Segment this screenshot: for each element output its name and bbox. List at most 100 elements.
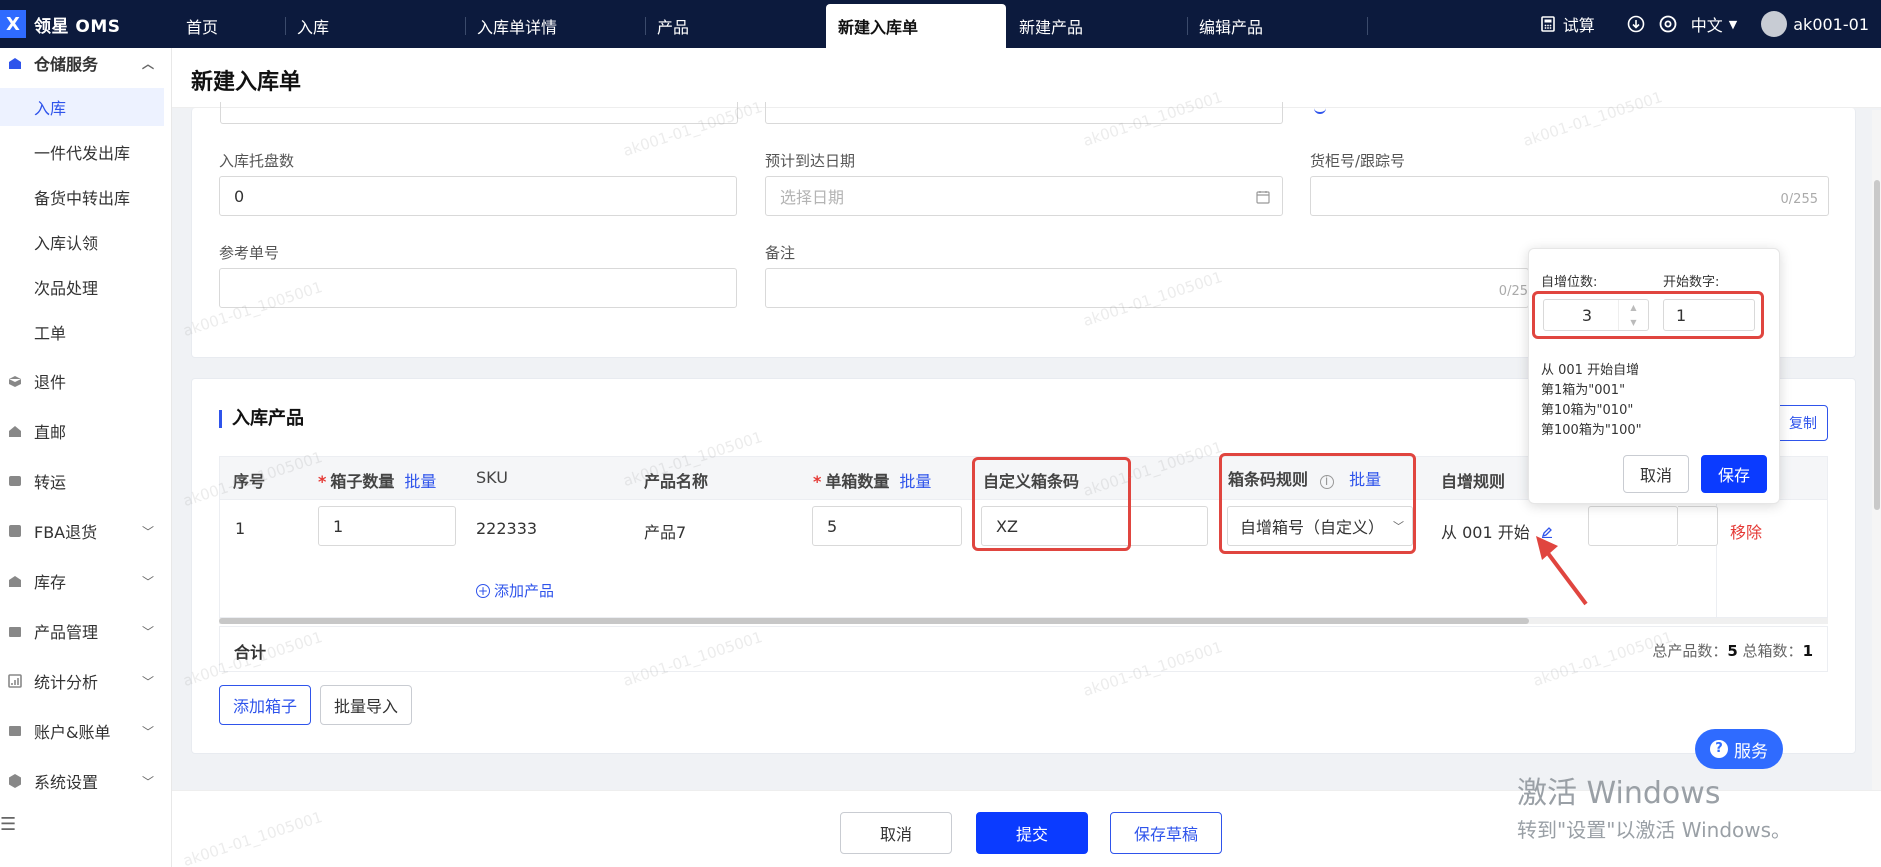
desc-line: 第100箱为"100" [1541,423,1642,438]
calendar-icon [1256,189,1270,208]
service-button[interactable]: ? 服务 [1695,729,1783,769]
settings-icon[interactable] [1659,15,1677,33]
remove-link[interactable]: 移除 [1730,519,1762,543]
sidebar-group-inventory[interactable]: 库存 ﹀ [0,562,164,600]
sidebar-group-fba[interactable]: FBA退货 ﹀ [0,512,164,550]
pallet-count-input[interactable]: 0 [219,176,737,216]
sidebar-group-label: 转运 [34,473,67,492]
language-label: 中文 [1690,16,1723,35]
chevron-down-icon: ﹀ [141,574,154,589]
add-product-label: 添加产品 [494,582,555,600]
tab-inbound-detail[interactable]: 入库单详情 [465,4,557,48]
caret-up-icon[interactable]: ▲ [1630,303,1636,312]
extra-input[interactable] [1678,506,1718,546]
summary-label: 合计 [234,643,267,662]
tab-label: 新建产品 [1019,18,1084,37]
table-scroll-thumb[interactable] [219,618,1529,624]
header-label: 箱子数量 [330,472,395,491]
chevron-down-icon: ﹀ [141,674,154,689]
cell-sku: 222333 [476,519,538,538]
sidebar-item-claim[interactable]: 入库认领 [0,223,164,261]
submit-button[interactable]: 提交 [976,812,1088,854]
tab-new-product[interactable]: 新建产品 [1007,4,1083,48]
sidebar-item-dropship[interactable]: 一件代发出库 [0,133,164,171]
sidebar-group-transfer[interactable]: 转运 [0,462,164,500]
page-scroll-thumb[interactable] [1874,180,1880,510]
caret-down-icon[interactable]: ▼ [1630,318,1636,327]
desc-line: 第1箱为"001" [1541,383,1626,398]
sidebar-group-mail[interactable]: 直邮 [0,412,164,450]
highlight-code-rule [1219,453,1416,554]
tab-edit-product[interactable]: 编辑产品 [1187,4,1263,48]
sidebar-group-account[interactable]: 账户&账单 ﹀ [0,712,164,750]
warehouse-icon [6,54,24,72]
add-box-button[interactable]: 添加箱子 [219,685,311,725]
caret-down-icon: ▼ [1728,17,1738,31]
remark-label: 备注 [765,244,796,262]
windows-activation-notice: 激活 Windows 转到"设置"以激活 Windows。 [1517,768,1791,843]
unit-qty-input[interactable]: 5 [812,506,962,546]
sidebar-group-stats[interactable]: 统计分析 ﹀ [0,662,164,700]
chevron-down-icon: ﹀ [141,774,154,789]
sidebar-group-label: 退件 [34,373,67,392]
sidebar-group-warehouse[interactable]: 仓储服务 ︿ [0,48,164,78]
logo-icon: X [0,10,26,38]
save-draft-button[interactable]: 保存草稿 [1110,812,1222,854]
digits-stepper[interactable]: 3 ▲ ▼ [1543,299,1649,331]
sidebar-item-defective[interactable]: 次品处理 [0,268,164,306]
batch-import-button[interactable]: 批量导入 [320,685,412,725]
sidebar-group-return[interactable]: 退件 [0,362,164,400]
start-number-input[interactable]: 1 [1663,299,1755,331]
calc-button[interactable]: 试算 [1539,12,1595,36]
header-label: 单箱数量 [825,472,890,491]
language-select[interactable]: 中文 ▼ [1691,12,1737,36]
chevron-up-icon: ︿ [141,56,154,71]
th-product-name: 产品名称 [644,468,708,492]
sidebar-item-transfer-out[interactable]: 备货中转出库 [0,178,164,216]
box-qty-input[interactable]: 1 [318,506,456,546]
sidebar-group-label: 产品管理 [34,623,99,642]
ref-no-label: 参考单号 [219,244,280,262]
auto-rule-value: 从 001 开始 [1441,523,1530,542]
sidebar-group-product[interactable]: 产品管理 ﹀ [0,612,164,650]
annotation-arrow [1536,536,1588,606]
cancel-button[interactable]: 取消 [840,812,952,854]
start-value: 1 [1676,305,1687,325]
download-icon[interactable] [1627,15,1645,33]
th-sku: SKU [476,468,508,487]
eta-date-input[interactable]: 选择日期 [765,176,1283,216]
total-products-value: 5 [1727,642,1738,660]
sidebar-group-settings[interactable]: 系统设置 ﹀ [0,762,164,800]
sidebar-item-label: 一件代发出库 [34,144,131,163]
popover-cancel-button[interactable]: 取消 [1623,455,1689,493]
sidebar-item-ticket[interactable]: 工单 [0,313,164,351]
sidebar-item-label: 入库 [34,99,67,118]
container-no-textarea[interactable]: 0/255 [1310,176,1829,216]
collapse-menu-icon[interactable]: ☰ [0,814,16,835]
plus-circle-icon: + [476,583,490,598]
popover-save-button[interactable]: 保存 [1701,455,1767,493]
total-boxes-value: 1 [1802,642,1813,660]
batch-link[interactable]: 批量 [404,472,436,491]
ref-no-input[interactable] [219,268,737,308]
tab-label: 入库单详情 [477,18,558,37]
tab-home[interactable]: 首页 [174,4,218,48]
top-bar: X 领星 OMS 首页 入库 入库单详情 产品 新建入库单 新建产品 编辑产品 … [0,0,1881,48]
user-menu[interactable]: ak001-01 [1761,11,1869,37]
add-product-link[interactable]: + 添加产品 [476,580,554,601]
stepper-arrows[interactable]: ▲ ▼ [1618,300,1648,330]
sidebar-group-label: 统计分析 [34,673,99,692]
settings-icon [6,772,24,790]
tab-product[interactable]: 产品 [645,4,689,48]
extra-input[interactable] [1588,506,1678,546]
transfer-icon [6,472,24,490]
remark-textarea[interactable]: 0/25 [765,268,1529,308]
tab-new-inbound[interactable]: 新建入库单 [826,4,1006,48]
th-box-qty: * 箱子数量 批量 [318,472,437,491]
tab-inbound[interactable]: 入库 [285,4,329,48]
total-products-label: 总产品数： [1652,642,1728,660]
sidebar-item-inbound[interactable]: 入库 [0,88,164,126]
chevron-down-icon: ﹀ [141,624,154,639]
app-logo[interactable]: X 领星 OMS [0,0,121,48]
batch-link[interactable]: 批量 [899,472,931,491]
